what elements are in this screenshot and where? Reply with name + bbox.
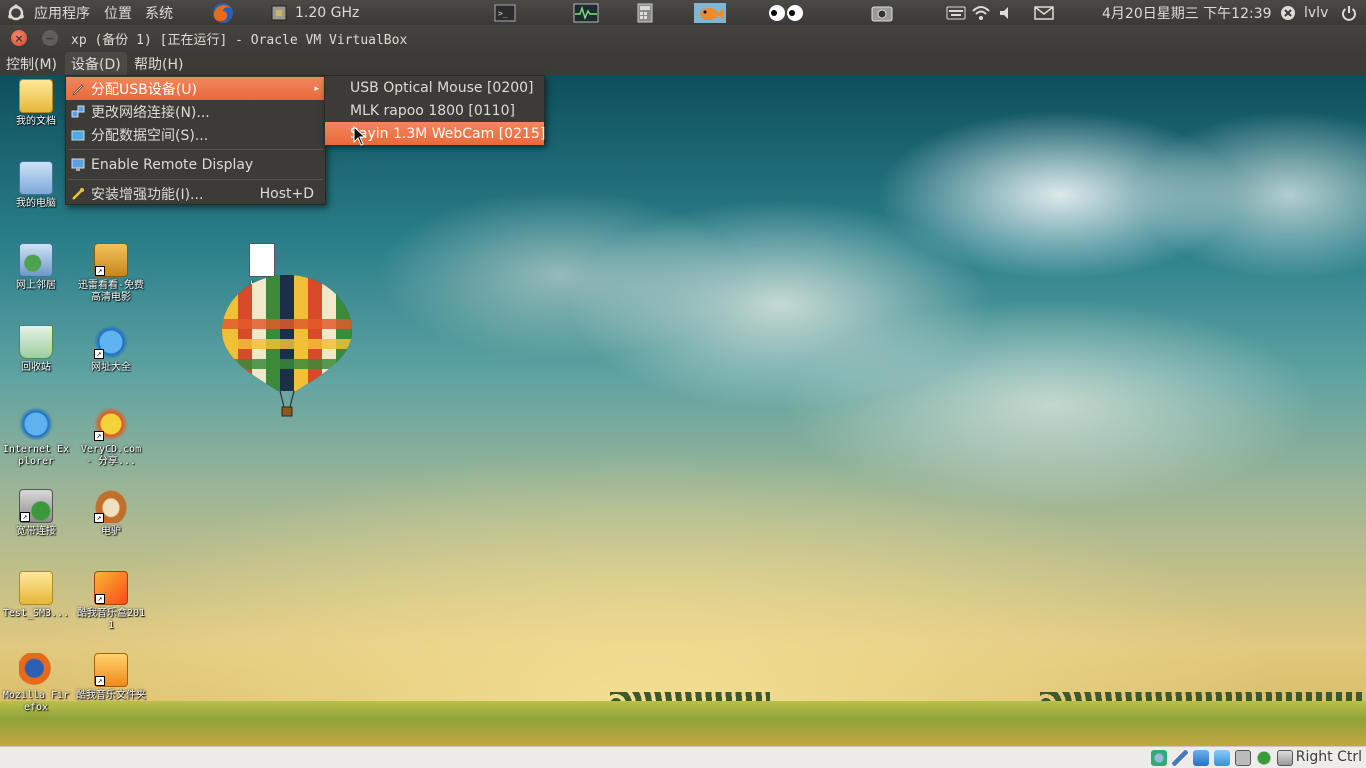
menu-item-remote-display[interactable]: Enable Remote Display <box>66 153 325 176</box>
power-icon[interactable] <box>1341 0 1357 25</box>
shared-folder-icon[interactable] <box>1214 750 1230 766</box>
calculator-launcher-icon[interactable] <box>636 0 654 25</box>
close-window-button[interactable]: × <box>11 30 27 46</box>
desktop-icon-internet-explorer[interactable]: Internet Explorer <box>0 407 72 468</box>
shared-folder-icon <box>71 130 85 140</box>
volume-icon[interactable] <box>998 0 1014 25</box>
shortcut-label: Host+D <box>259 185 314 202</box>
window-title: xp (备份 1) [正在运行] - Oracle VM VirtualBox <box>71 33 408 48</box>
menu-item-install-additions[interactable]: 安装增强功能(I)... Host+D <box>66 182 325 205</box>
firefox-icon <box>19 653 53 687</box>
svg-text:>_: >_ <box>498 9 508 18</box>
desktop-icon-firefox[interactable]: Mozilla Firefox <box>0 653 72 714</box>
host-key-arrow-icon[interactable] <box>1277 750 1293 766</box>
ubuntu-logo-icon[interactable] <box>7 0 25 25</box>
document-file-icon <box>249 243 275 277</box>
cpu-freq-label: 1.20 GHz <box>295 4 360 21</box>
kuwo-music-icon: ↗ <box>94 571 128 605</box>
computer-icon <box>19 161 53 195</box>
screenshot-launcher-icon[interactable] <box>871 0 893 25</box>
system-monitor-launcher-icon[interactable] <box>573 0 599 25</box>
close-icon: × <box>14 31 24 45</box>
broadband-connection-icon: ↗ <box>19 489 53 523</box>
vbox-statusbar: Right Ctrl <box>0 746 1366 768</box>
system-menu[interactable]: 系统 <box>145 0 173 25</box>
clock[interactable]: 4月20日星期三 下午12:39 <box>1102 0 1272 25</box>
desktop-icon-xunlei-kankan[interactable]: ↗ 迅雷看看-免费高清电影 <box>75 243 147 304</box>
folder-icon <box>19 571 53 605</box>
recycle-bin-icon <box>19 325 53 359</box>
menu-item-network[interactable]: 更改网络连接(N)... <box>66 100 325 123</box>
terminal-launcher-icon[interactable]: >_ <box>494 0 516 25</box>
eyes-applet-icon[interactable] <box>767 0 805 25</box>
desktop-icon-emule[interactable]: ↗ 电驴 <box>75 489 147 538</box>
kuwo-folder-icon: ↗ <box>94 653 128 687</box>
menu-machine[interactable]: 控制(M) <box>0 52 63 75</box>
usb-icon[interactable] <box>1172 750 1188 766</box>
menu-help[interactable]: 帮助(H) <box>128 52 189 75</box>
host-key-label: Right Ctrl <box>1295 749 1362 765</box>
mouse-cursor-icon <box>353 126 367 146</box>
verycd-icon: ↗ <box>94 407 128 441</box>
applications-menu[interactable]: 应用程序 <box>34 0 90 25</box>
hard-disk-icon[interactable] <box>1151 750 1167 766</box>
menu-separator <box>68 179 323 180</box>
devices-dropdown-menu: 分配USB设备(U) ▸ 更改网络连接(N)... 分配数据空间(S)... E… <box>65 75 326 205</box>
network-icon[interactable] <box>1193 750 1209 766</box>
window-titlebar[interactable]: × − xp (备份 1) [正在运行] - Oracle VM Virtual… <box>0 25 1366 52</box>
xunlei-kankan-icon: ↗ <box>94 243 128 277</box>
keyboard-indicator-icon[interactable] <box>946 0 966 25</box>
install-additions-icon <box>72 187 84 200</box>
desktop-icon-kuwo-music[interactable]: ↗ 酷我音乐盒2011 <box>75 571 147 632</box>
remote-display-icon <box>71 158 85 171</box>
desktop-icon-broadband[interactable]: ↗ 宽带连接 <box>0 489 72 538</box>
wheat-field <box>0 701 1366 746</box>
desktop-icon-my-documents[interactable]: 我的文档 <box>0 79 72 128</box>
mail-indicator-icon[interactable] <box>1034 0 1054 25</box>
user-status-icon[interactable] <box>1280 0 1296 25</box>
minimize-icon: − <box>45 31 55 45</box>
user-name[interactable]: lvlv <box>1304 0 1328 25</box>
internet-explorer-icon <box>19 407 53 441</box>
emule-donkey-icon: ↗ <box>94 489 128 523</box>
submenu-arrow-icon: ▸ <box>314 83 319 94</box>
network-places-icon <box>19 243 53 277</box>
folder-documents-icon <box>19 79 53 113</box>
statusbar-device-icons <box>1151 750 1293 766</box>
menu-devices[interactable]: 设备(D) <box>65 52 127 75</box>
menu-separator <box>68 149 323 150</box>
places-menu[interactable]: 位置 <box>104 0 132 25</box>
network-icon <box>71 105 85 117</box>
desktop-icon-verycd[interactable]: ↗ VeryCD.com - 分享... <box>75 407 147 468</box>
cpu-virtualization-icon[interactable] <box>1235 750 1251 766</box>
hot-air-balloon-image <box>222 275 352 417</box>
firefox-launcher-icon[interactable] <box>211 0 235 25</box>
wifi-icon[interactable] <box>972 0 990 25</box>
mouse-integration-icon[interactable] <box>1256 750 1272 766</box>
menu-item-shared-folders[interactable]: 分配数据空间(S)... <box>66 123 325 146</box>
desktop-icon-test-sm3[interactable]: Test_SM3... <box>0 571 72 620</box>
usb-icon <box>72 84 84 95</box>
minimize-window-button[interactable]: − <box>42 30 58 46</box>
cpu-freq-icon[interactable] <box>268 0 290 25</box>
desktop-icon-kuwo-folder[interactable]: ↗ 酷我音乐文件夹 <box>75 653 147 702</box>
usb-device-item[interactable]: MLK rapoo 1800 [0110] <box>325 99 544 122</box>
internet-explorer-icon: ↗ <box>94 325 128 359</box>
menu-item-usb-devices[interactable]: 分配USB设备(U) ▸ <box>66 77 325 100</box>
desktop-icon-url-directory[interactable]: ↗ 网址大全 <box>75 325 147 374</box>
top-panel: 应用程序 位置 系统 1.20 GHz >_ 4月20日星期三 下午12:39 … <box>0 0 1366 25</box>
desktop-icon-my-computer[interactable]: 我的电脑 <box>0 161 72 210</box>
vbox-menubar: 控制(M) 设备(D) 帮助(H) <box>0 52 1366 75</box>
fish-applet-icon[interactable] <box>694 0 726 25</box>
desktop-icon-network-places[interactable]: 网上邻居 <box>0 243 72 292</box>
usb-device-item[interactable]: USB Optical Mouse [0200] <box>325 76 544 99</box>
desktop-icon-recycle-bin[interactable]: 回收站 <box>0 325 72 374</box>
